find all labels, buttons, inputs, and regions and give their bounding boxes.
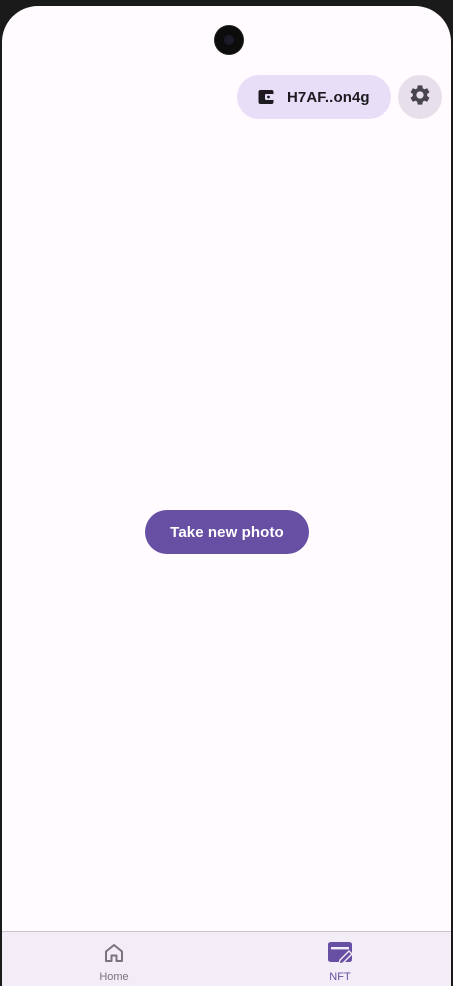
wallet-icon (257, 88, 275, 106)
front-camera (215, 26, 243, 54)
bottom-navigation-bar: Home NFT (2, 931, 451, 986)
wallet-address-chip[interactable]: H7AF..on4g (237, 75, 391, 119)
device-frame: H7AF..on4g Take new photo Home NFT (0, 0, 453, 986)
wallet-address-label: H7AF..on4g (287, 88, 370, 106)
settings-button[interactable] (398, 75, 442, 119)
nav-item-home-label: Home (99, 971, 129, 983)
nav-item-nft-label: NFT (329, 971, 351, 983)
take-new-photo-button[interactable]: Take new photo (145, 510, 309, 554)
gear-icon (408, 83, 432, 112)
nav-item-home[interactable]: Home (54, 932, 174, 986)
home-icon (100, 939, 128, 967)
app-screen: H7AF..on4g Take new photo Home NFT (2, 6, 451, 986)
nav-item-nft[interactable]: NFT (280, 932, 400, 986)
nft-edit-icon (326, 939, 354, 967)
